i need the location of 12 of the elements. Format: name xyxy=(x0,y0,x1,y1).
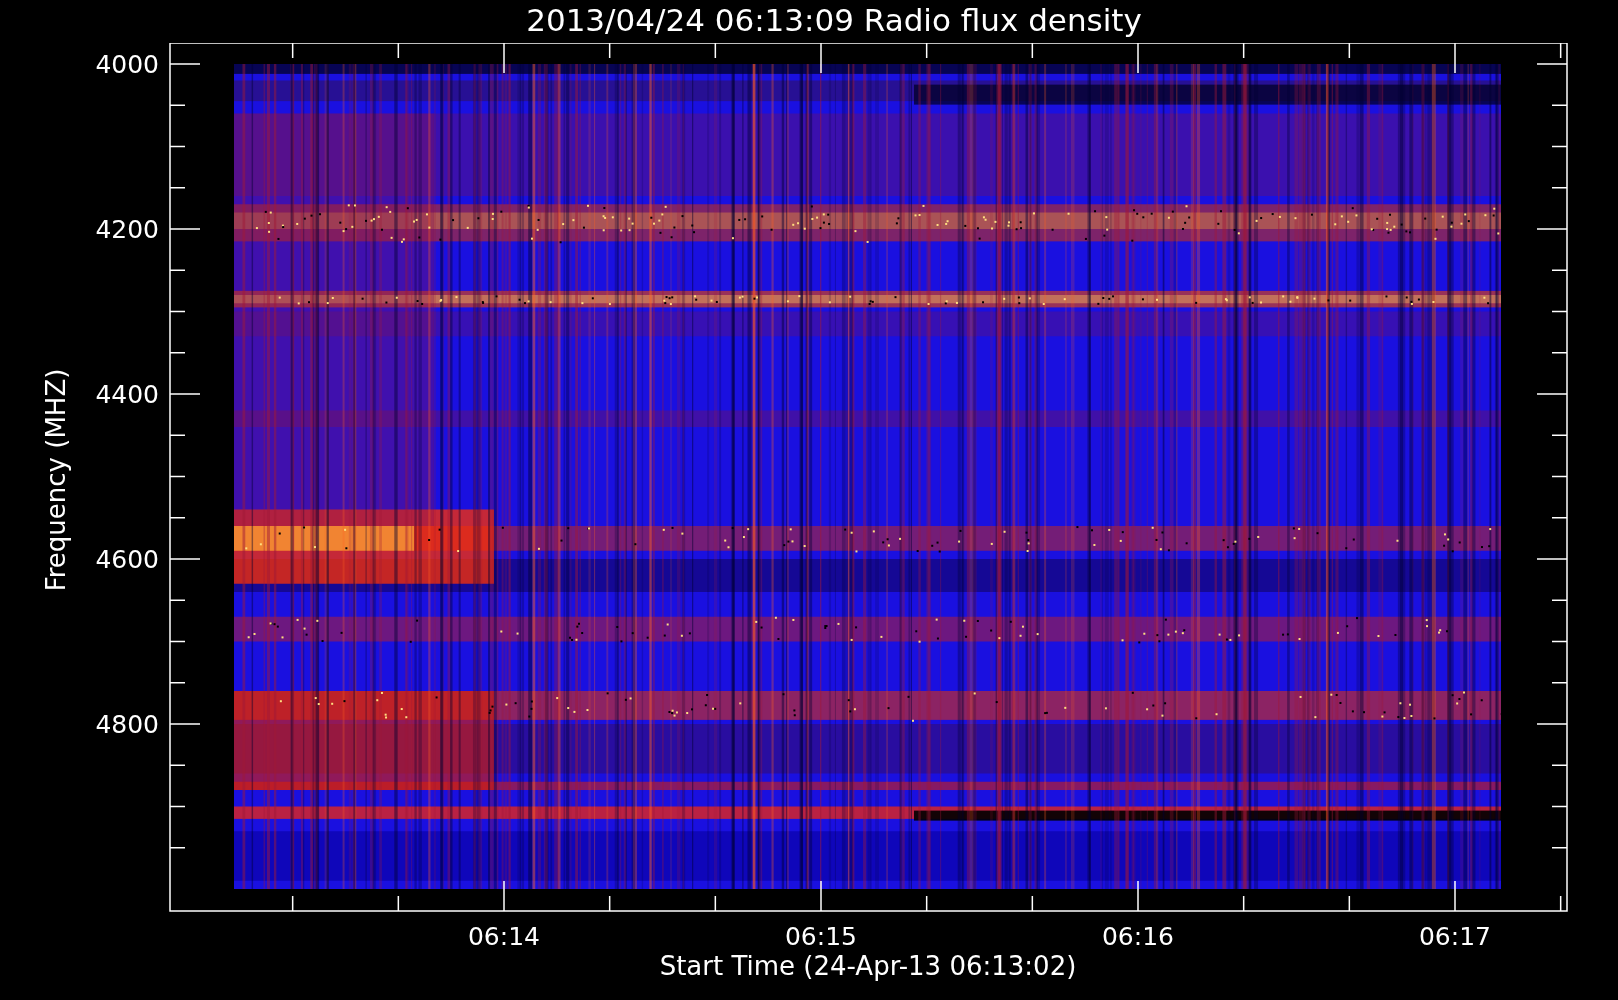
y-tick-label: 4800 xyxy=(95,710,159,739)
x-tick-label: 06:15 xyxy=(785,922,857,951)
chart-title: 2013/04/24 06:13:09 Radio flux density xyxy=(526,1,1142,40)
y-tick-label: 4000 xyxy=(95,50,159,79)
x-tick-label: 06:17 xyxy=(1419,922,1491,951)
x-tick-label: 06:14 xyxy=(468,922,540,951)
x-axis-title: Start Time (24-Apr-13 06:13:02) xyxy=(659,951,1077,981)
x-tick-label: 06:16 xyxy=(1102,922,1174,951)
y-tick-label: 4600 xyxy=(95,545,159,574)
y-axis-title: Frequency (MHZ) xyxy=(41,368,71,592)
y-tick-label: 4200 xyxy=(95,215,159,244)
y-tick-label: 4400 xyxy=(95,380,159,409)
